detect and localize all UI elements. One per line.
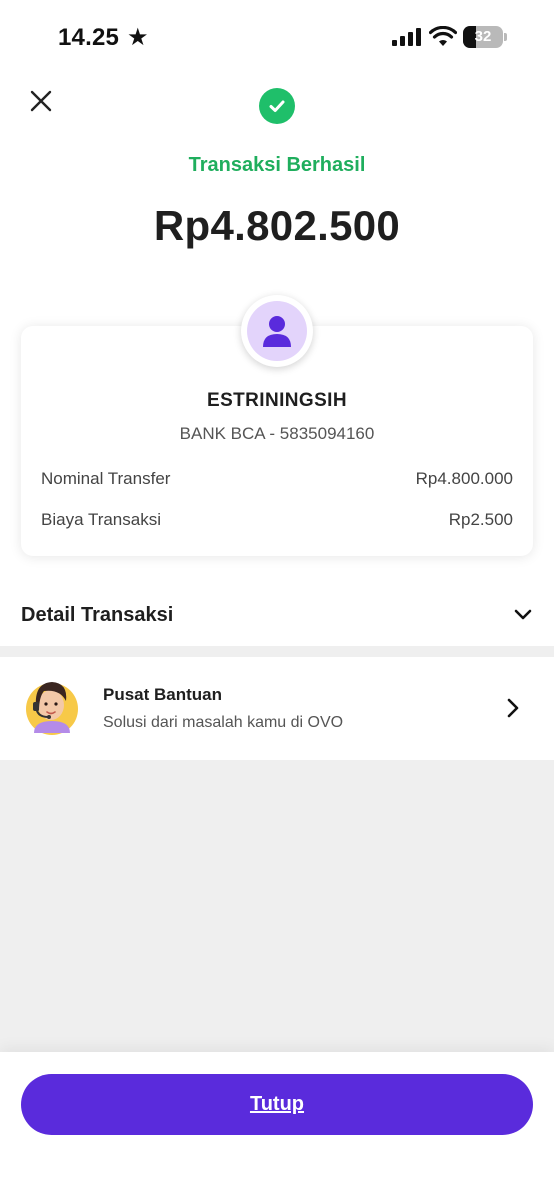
status-title: Transaksi Berhasil [188,154,366,176]
detail-label: Detail Transaksi [21,603,174,626]
status-bar: 14.25 ★ 32 [0,0,554,76]
wifi-icon [429,26,457,46]
row-label: Biaya Transaksi [41,510,161,529]
help-title: Pusat Bantuan [103,685,223,704]
success-check-icon [259,88,295,124]
avatar [241,295,313,367]
status-time: 14.25 [58,24,120,51]
battery-icon: 32 [463,26,507,48]
user-icon [263,316,291,347]
row-label: Nominal Transfer [41,469,171,488]
close-button[interactable] [22,82,60,120]
chevron-right-icon [507,698,519,718]
help-subtitle: Solusi dari masalah kamu di OVO [103,714,344,731]
recipient-card: ESTRININGSIH BANK BCA - 5835094160 Nomin… [21,295,533,556]
transaction-summary: Transaksi Berhasil Rp4.802.500 ESTRINING… [0,76,554,646]
row-value: Rp4.800.000 [415,469,513,488]
close-icon [30,90,52,112]
transaction-detail-toggle[interactable]: Detail Transaksi [0,584,554,646]
close-primary-button[interactable]: Tutup [21,1074,533,1135]
bottom-action-bar: Tutup [0,1052,554,1200]
battery-level: 32 [474,28,492,45]
help-center-item[interactable]: Pusat Bantuan Solusi dari masalah kamu d… [0,657,554,760]
nominal-transfer-row: Nominal Transfer Rp4.800.000 [41,469,513,489]
star-icon: ★ [127,24,149,51]
transaction-fee-row: Biaya Transaksi Rp2.500 [41,510,513,530]
customer-service-agent-icon [26,682,78,735]
total-amount: Rp4.802.500 [153,202,401,249]
transaction-success-screen: 14.25 ★ 32 Transaksi Berhasil Rp4.802.50… [0,0,554,1200]
recipient-bank-account: BANK BCA - 5835094160 [179,424,375,443]
chevron-down-icon [514,609,532,620]
row-value: Rp2.500 [448,510,513,529]
cellular-signal-icon [392,28,421,46]
recipient-name: ESTRININGSIH [207,390,347,411]
